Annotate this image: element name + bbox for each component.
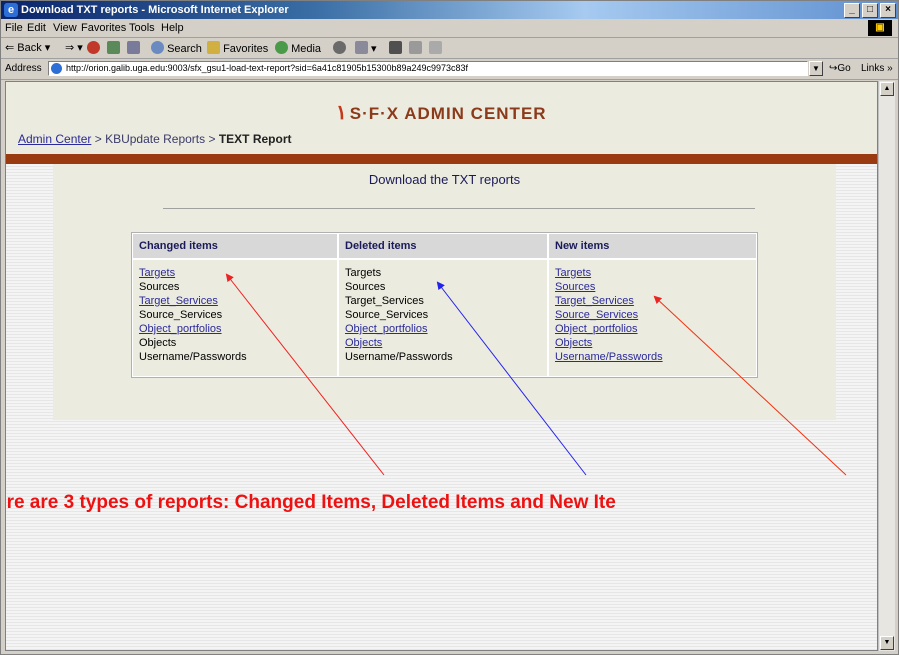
arrow-changed-items (225, 273, 385, 476)
arrow-new-items (653, 295, 847, 476)
browser-window: e Download TXT reports - Microsoft Inter… (0, 0, 899, 655)
arrow-deleted-items (436, 281, 587, 476)
annotation-arrows (225, 273, 847, 476)
